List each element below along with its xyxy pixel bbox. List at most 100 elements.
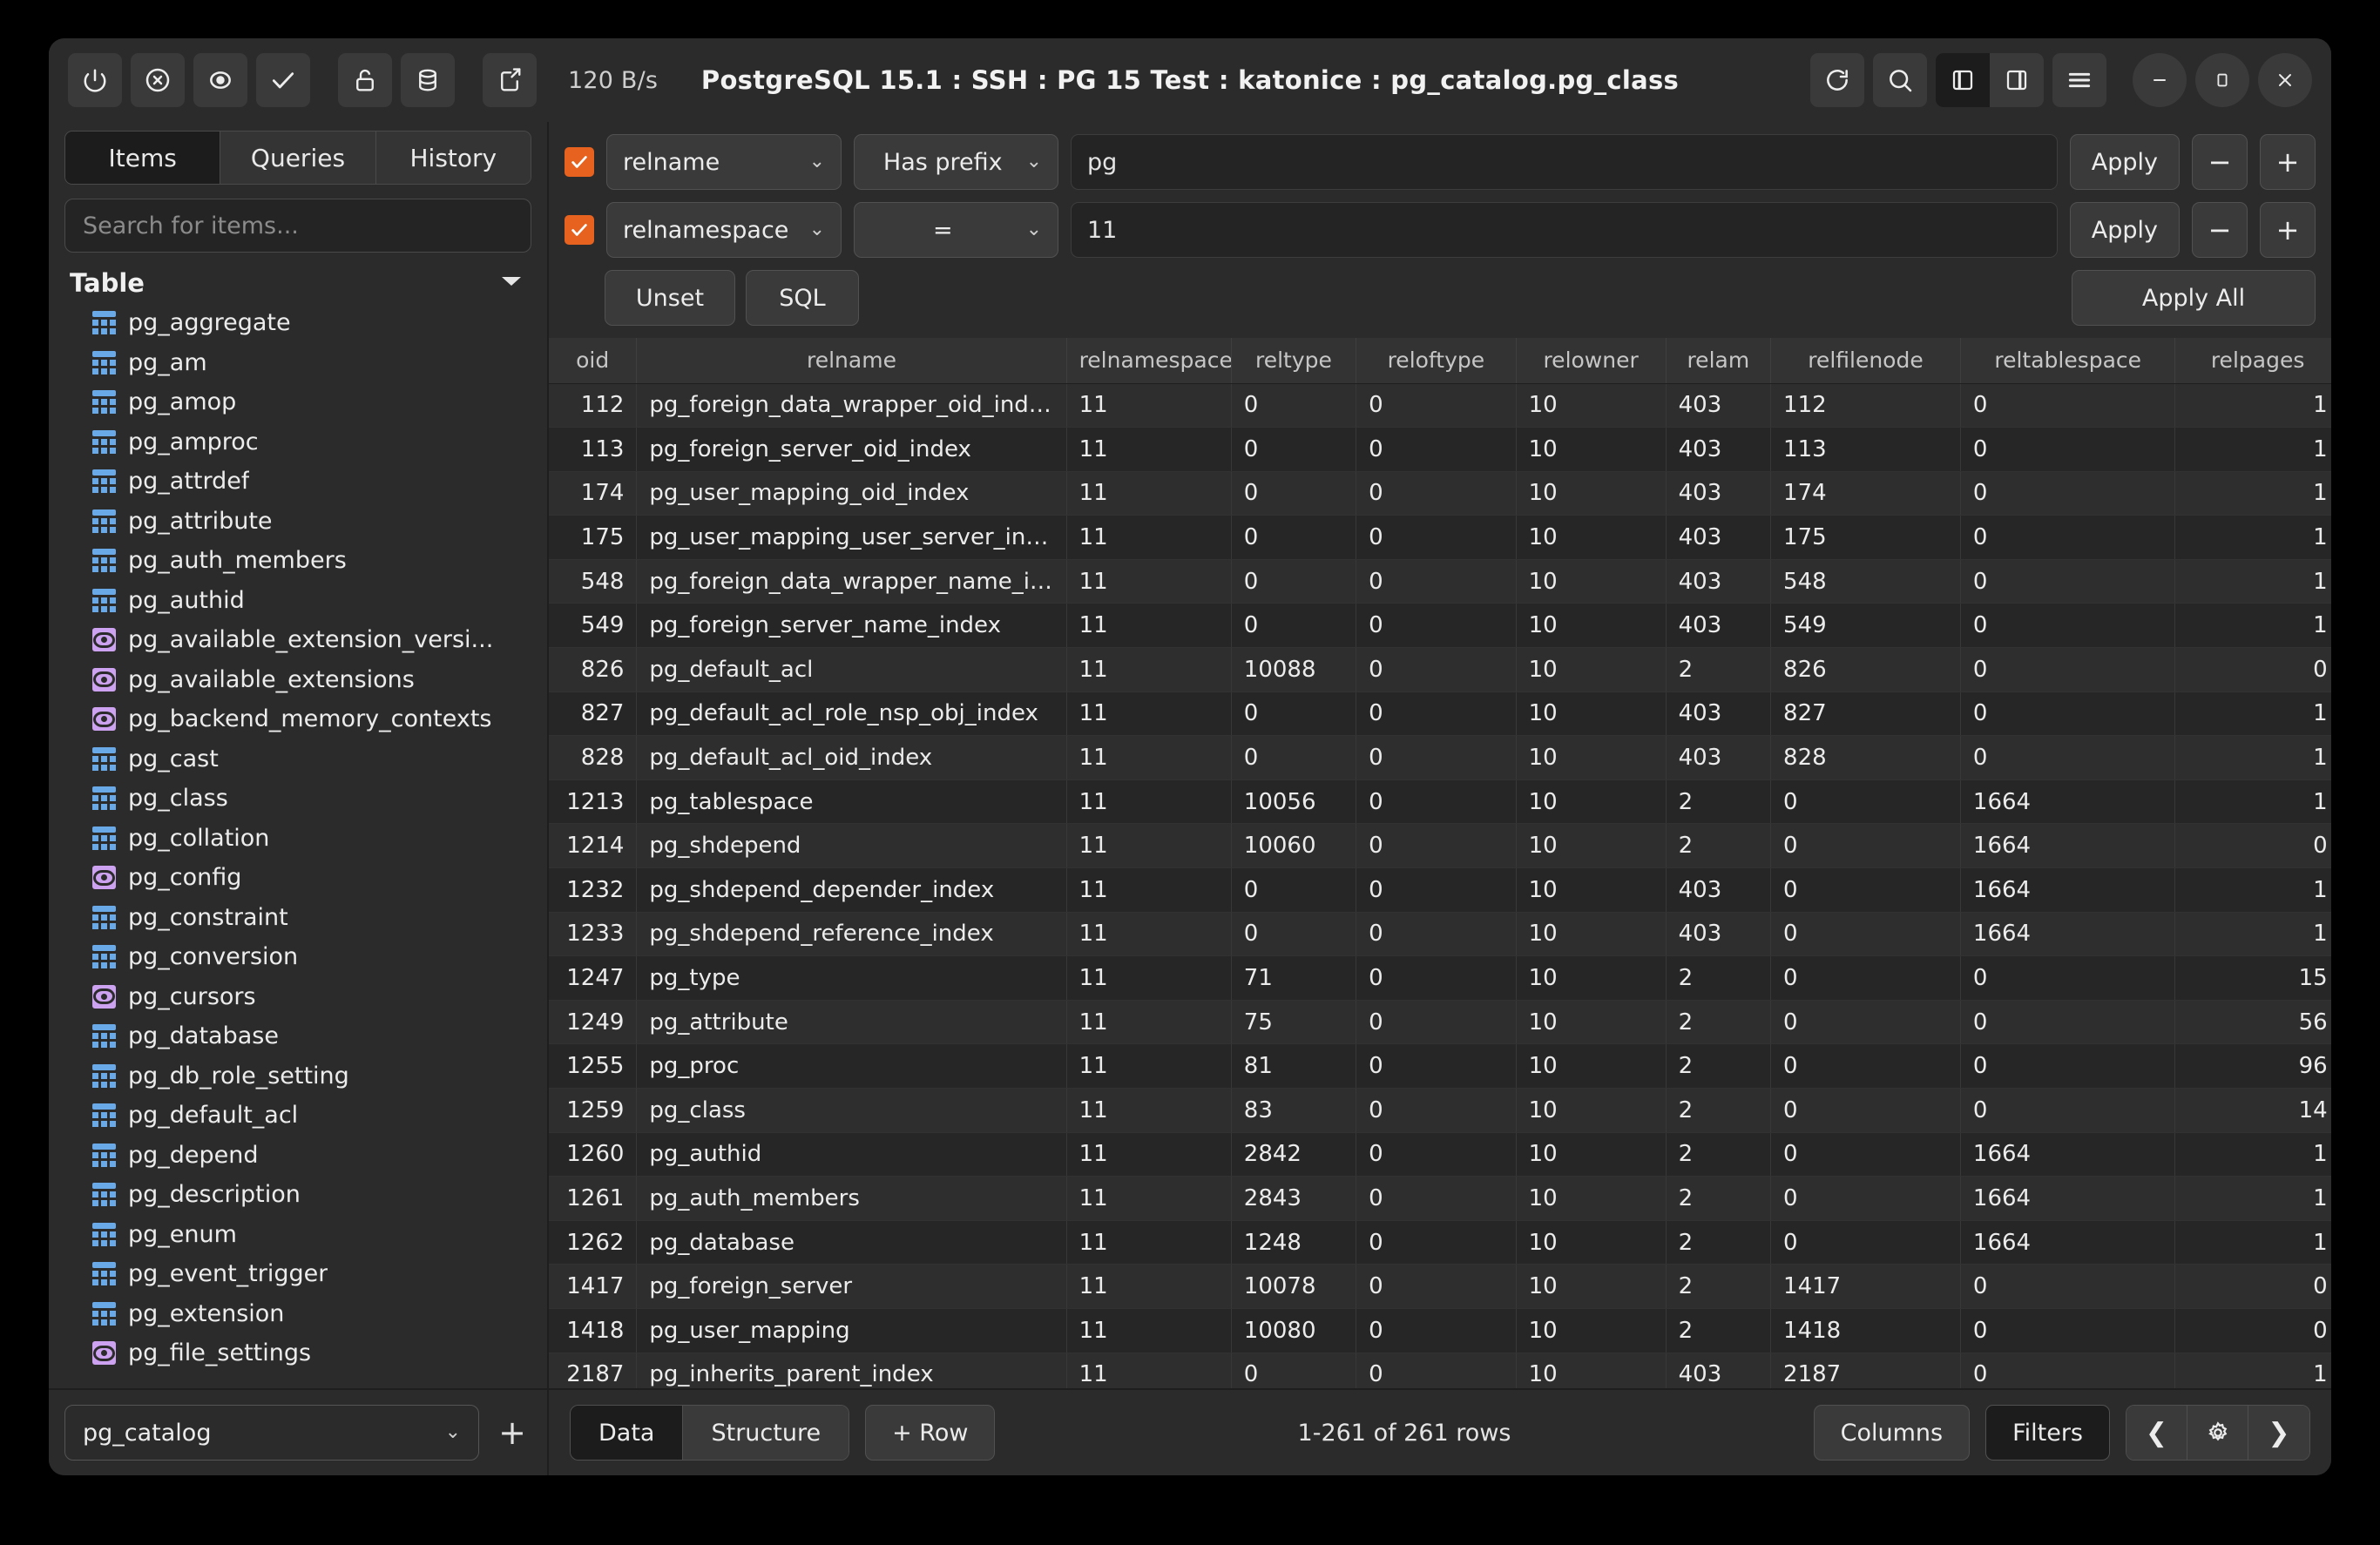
grid-cell-reltype[interactable]: 10080 <box>1231 1308 1357 1353</box>
grid-cell-relname[interactable]: pg_tablespace <box>636 779 1067 825</box>
next-page-button[interactable]: ❯ <box>2248 1406 2309 1460</box>
grid-cell-oid[interactable]: 549 <box>549 603 638 649</box>
sidebar-item-pg_constraint[interactable]: pg_constraint <box>61 898 547 938</box>
menu-icon[interactable] <box>2052 53 2106 107</box>
grid-cell-relpages[interactable]: 1 <box>2174 735 2331 780</box>
columns-button[interactable]: Columns <box>1813 1405 1971 1461</box>
sidebar-item-pg_attrdef[interactable]: pg_attrdef <box>61 462 547 502</box>
grid-cell-relfilenode[interactable]: 0 <box>1770 1132 1961 1177</box>
sidebar-item-pg_default_acl[interactable]: pg_default_acl <box>61 1096 547 1136</box>
grid-cell-relam[interactable]: 2 <box>1666 1043 1772 1089</box>
grid-cell-relpages[interactable]: 1 <box>2174 867 2331 913</box>
grid-cell-oid[interactable]: 175 <box>549 515 638 560</box>
grid-cell-oid[interactable]: 1233 <box>549 912 638 957</box>
grid-cell-relpages[interactable]: 1 <box>2174 779 2331 825</box>
group-header-table[interactable]: Table <box>49 261 547 303</box>
left-panel-icon[interactable] <box>1936 53 1990 107</box>
grid-cell-relfilenode[interactable]: 1418 <box>1770 1308 1961 1353</box>
sidebar-item-pg_collation[interactable]: pg_collation <box>61 819 547 859</box>
grid-cell-relnamespace[interactable]: 11 <box>1066 1353 1232 1388</box>
apply-all-button[interactable]: Apply All <box>2072 270 2316 326</box>
table-row[interactable]: 1418 pg_user_mapping 11 10080 0 10 2 1418 0 0 <box>549 1308 2331 1353</box>
tab-data[interactable]: Data <box>571 1406 684 1460</box>
grid-cell-relowner[interactable]: 10 <box>1516 647 1667 692</box>
grid-column-header-relpages[interactable]: relpages <box>2174 338 2331 384</box>
grid-cell-relfilenode[interactable]: 548 <box>1770 559 1961 604</box>
sidebar-item-pg_extension[interactable]: pg_extension <box>61 1294 547 1334</box>
grid-cell-reltablespace[interactable]: 0 <box>1960 383 2176 428</box>
grid-cell-oid[interactable]: 828 <box>549 735 638 780</box>
grid-cell-reltablespace[interactable]: 0 <box>1960 1000 2176 1045</box>
grid-cell-reltablespace[interactable]: 0 <box>1960 515 2176 560</box>
grid-cell-oid[interactable]: 1247 <box>549 955 638 1001</box>
disconnect-icon[interactable] <box>131 53 185 107</box>
grid-cell-relname[interactable]: pg_foreign_server_oid_index <box>636 427 1067 472</box>
grid-cell-reloftype[interactable]: 0 <box>1356 823 1517 869</box>
grid-cell-relnamespace[interactable]: 11 <box>1066 471 1232 516</box>
sidebar-item-pg_depend[interactable]: pg_depend <box>61 1136 547 1176</box>
grid-cell-relowner[interactable]: 10 <box>1516 1132 1667 1177</box>
sidebar-item-pg_file_settings[interactable]: pg_file_settings <box>61 1333 547 1373</box>
grid-cell-reltype[interactable]: 1248 <box>1231 1220 1357 1265</box>
grid-cell-relam[interactable]: 403 <box>1666 692 1772 737</box>
grid-cell-reloftype[interactable]: 0 <box>1356 1176 1517 1221</box>
grid-cell-relfilenode[interactable]: 2187 <box>1770 1353 1961 1388</box>
add-filter-button-2[interactable]: + <box>2260 202 2316 258</box>
sidebar-item-pg_am[interactable]: pg_am <box>61 343 547 383</box>
grid-cell-relpages[interactable]: 1 <box>2174 427 2331 472</box>
grid-cell-relnamespace[interactable]: 11 <box>1066 955 1232 1001</box>
grid-cell-relowner[interactable]: 10 <box>1516 1000 1667 1045</box>
grid-cell-relpages[interactable]: 1 <box>2174 692 2331 737</box>
grid-cell-reltablespace[interactable]: 0 <box>1960 1264 2176 1309</box>
grid-cell-relowner[interactable]: 10 <box>1516 735 1667 780</box>
grid-cell-relam[interactable]: 2 <box>1666 779 1772 825</box>
grid-cell-relname[interactable]: pg_authid <box>636 1132 1067 1177</box>
grid-column-header-reloftype[interactable]: reloftype <box>1356 338 1517 384</box>
grid-cell-relnamespace[interactable]: 11 <box>1066 1132 1232 1177</box>
grid-cell-relam[interactable]: 2 <box>1666 1264 1772 1309</box>
grid-cell-relname[interactable]: pg_default_acl <box>636 647 1067 692</box>
grid-cell-reltablespace[interactable]: 0 <box>1960 427 2176 472</box>
remove-filter-button-2[interactable]: − <box>2192 202 2248 258</box>
grid-cell-reltype[interactable]: 0 <box>1231 383 1357 428</box>
grid-cell-oid[interactable]: 1418 <box>549 1308 638 1353</box>
grid-cell-relpages[interactable]: 56 <box>2174 1000 2331 1045</box>
sidebar-item-pg_cast[interactable]: pg_cast <box>61 739 547 779</box>
grid-cell-relfilenode[interactable]: 828 <box>1770 735 1961 780</box>
grid-cell-relfilenode[interactable]: 827 <box>1770 692 1961 737</box>
grid-cell-relam[interactable]: 2 <box>1666 823 1772 869</box>
grid-cell-relnamespace[interactable]: 11 <box>1066 912 1232 957</box>
grid-cell-reloftype[interactable]: 0 <box>1356 1308 1517 1353</box>
grid-cell-reltype[interactable]: 0 <box>1231 471 1357 516</box>
grid-cell-reloftype[interactable]: 0 <box>1356 1043 1517 1089</box>
grid-cell-reloftype[interactable]: 0 <box>1356 692 1517 737</box>
table-row[interactable]: 1262 pg_database 11 1248 0 10 2 0 1664 1 <box>549 1220 2331 1265</box>
grid-cell-relnamespace[interactable]: 11 <box>1066 779 1232 825</box>
grid-cell-relname[interactable]: pg_foreign_server <box>636 1264 1067 1309</box>
grid-cell-relowner[interactable]: 10 <box>1516 912 1667 957</box>
grid-cell-reltablespace[interactable]: 1664 <box>1960 1220 2176 1265</box>
grid-cell-reltablespace[interactable]: 0 <box>1960 1353 2176 1388</box>
grid-cell-relpages[interactable]: 0 <box>2174 1264 2331 1309</box>
grid-cell-relnamespace[interactable]: 11 <box>1066 867 1232 913</box>
table-row[interactable]: 1213 pg_tablespace 11 10056 0 10 2 0 1664 1 <box>549 779 2331 825</box>
filter-enabled-checkbox-2[interactable] <box>565 215 594 245</box>
sidebar-item-pg_backend_memory_contexts[interactable]: pg_backend_memory_contexts <box>61 699 547 739</box>
grid-cell-relpages[interactable]: 1 <box>2174 1353 2331 1388</box>
table-row[interactable]: 1261 pg_auth_members 11 2843 0 10 2 0 1664 1 <box>549 1176 2331 1221</box>
table-row[interactable]: 1232 pg_shdepend_depender_index 11 0 0 10 403 0… <box>549 867 2331 913</box>
grid-cell-reltablespace[interactable]: 1664 <box>1960 1176 2176 1221</box>
grid-cell-relnamespace[interactable]: 11 <box>1066 823 1232 869</box>
lock-icon[interactable] <box>338 53 392 107</box>
grid-cell-relname[interactable]: pg_inherits_parent_index <box>636 1353 1067 1388</box>
grid-cell-relname[interactable]: pg_default_acl_role_nsp_obj_index <box>636 692 1067 737</box>
grid-cell-reltablespace[interactable]: 0 <box>1960 603 2176 649</box>
grid-cell-relnamespace[interactable]: 11 <box>1066 692 1232 737</box>
grid-cell-relam[interactable]: 403 <box>1666 735 1772 780</box>
grid-cell-reltype[interactable]: 0 <box>1231 735 1357 780</box>
grid-cell-reloftype[interactable]: 0 <box>1356 1088 1517 1133</box>
grid-cell-relfilenode[interactable]: 113 <box>1770 427 1961 472</box>
grid-cell-relnamespace[interactable]: 11 <box>1066 1088 1232 1133</box>
grid-cell-relname[interactable]: pg_user_mapping_user_server_index <box>636 515 1067 560</box>
grid-cell-relowner[interactable]: 10 <box>1516 383 1667 428</box>
